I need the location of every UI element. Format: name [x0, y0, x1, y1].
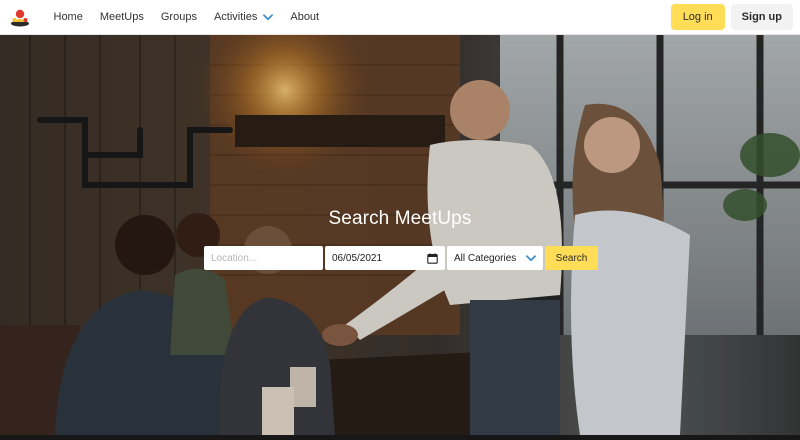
- chevron-down-icon: [526, 254, 536, 262]
- chevron-down-icon: [263, 13, 274, 21]
- search-title: Search MeetUps: [328, 208, 472, 229]
- hero-section: Search MeetUps Location... 06/05/2021 Al…: [0, 35, 800, 435]
- signup-button[interactable]: Sign up: [730, 4, 793, 30]
- nav-home-label: Home: [53, 10, 83, 23]
- date-value: 06/05/2021: [332, 252, 383, 264]
- nav-activities-dropdown[interactable]: Activities: [205, 0, 281, 35]
- category-value: All Categories: [454, 252, 517, 264]
- auth-buttons: Log in Sign up: [670, 4, 793, 30]
- nav-groups-label: Groups: [160, 10, 197, 23]
- date-input[interactable]: 06/05/2021: [325, 246, 445, 270]
- navbar: Home MeetUps Groups Activities About Log…: [0, 0, 800, 35]
- calendar-icon[interactable]: [427, 252, 438, 264]
- nav-activities-label: Activities: [213, 10, 258, 23]
- search-form: Location... 06/05/2021 All Categories Se…: [204, 246, 598, 270]
- main-nav: Home MeetUps Groups Activities About: [45, 0, 328, 35]
- login-button[interactable]: Log in: [670, 4, 725, 30]
- location-input[interactable]: Location...: [204, 246, 323, 270]
- nav-meetups[interactable]: MeetUps: [91, 0, 152, 35]
- hero-overlay: [0, 35, 800, 435]
- nav-about[interactable]: About: [282, 0, 328, 35]
- category-select[interactable]: All Categories: [447, 246, 543, 270]
- nav-groups[interactable]: Groups: [152, 0, 205, 35]
- page-bottom-edge: [0, 435, 800, 440]
- nav-about-label: About: [290, 10, 320, 23]
- nav-meetups-label: MeetUps: [99, 10, 144, 23]
- meetup-logo-icon[interactable]: [9, 6, 31, 28]
- search-button[interactable]: Search: [545, 246, 598, 270]
- nav-home[interactable]: Home: [45, 0, 91, 35]
